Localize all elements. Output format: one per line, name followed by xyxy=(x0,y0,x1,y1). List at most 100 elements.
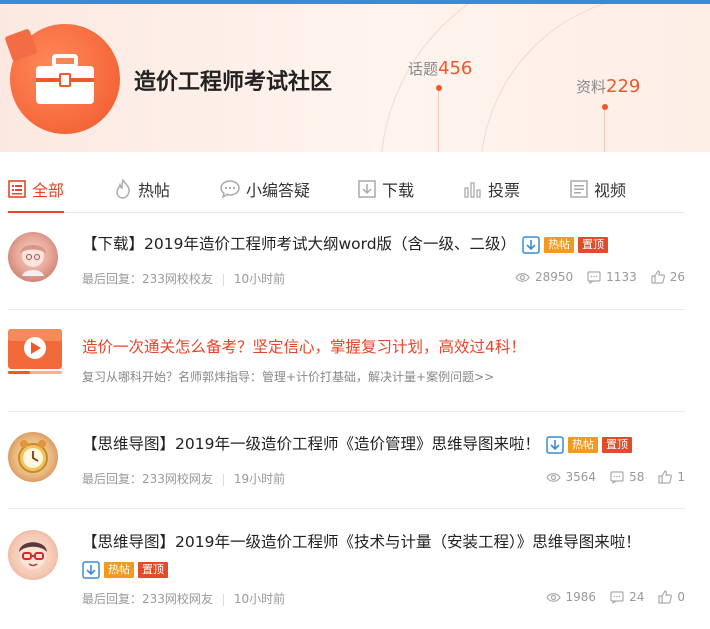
stat-line xyxy=(438,91,439,152)
divider xyxy=(222,473,224,486)
video-thumbnail[interactable] xyxy=(8,329,62,377)
avatar[interactable] xyxy=(8,432,58,482)
flame-icon xyxy=(116,179,130,199)
post-title[interactable]: 【思维导图】2019年一级造价工程师《技术与计量（安装工程）》思维导图来啦！ xyxy=(82,533,641,551)
tab-all[interactable]: 全部 xyxy=(8,166,65,213)
tab-label: 小编答疑 xyxy=(246,181,311,200)
post-time: 10小时前 xyxy=(233,272,286,286)
last-reply: 最后回复：233网校校友 xyxy=(82,272,213,286)
tab-hot[interactable]: 热帖 xyxy=(114,166,170,212)
post-time: 19小时前 xyxy=(233,472,286,486)
thumbs-up-icon xyxy=(658,470,673,484)
community-header: 造价工程师考试社区 话题456 资料229 xyxy=(0,4,710,152)
materials-count: 229 xyxy=(606,76,641,97)
tab-label: 视频 xyxy=(594,181,627,200)
post-title-row: 【思维导图】2019年一级造价工程师《造价管理》思维导图来啦！ 热帖 置顶 xyxy=(82,431,632,458)
comment-icon xyxy=(610,590,624,604)
stat-dot xyxy=(436,85,442,91)
materials-label: 资料 xyxy=(576,78,607,96)
post-title-row: 【下载】2019年造价工程师考试大纲word版（含一级、二级） 热帖 置顶 xyxy=(82,231,609,258)
thumbs-up-icon xyxy=(658,590,673,604)
views-stat: 3564 xyxy=(545,470,596,484)
stat-line xyxy=(604,110,605,152)
community-title: 造价工程师考试社区 xyxy=(134,70,333,95)
topics-stat[interactable]: 话题456 xyxy=(408,58,472,79)
tab-label: 全部 xyxy=(32,181,65,200)
post-title-row: 【思维导图】2019年一级造价工程师《技术与计量（安装工程）》思维导图来啦！ 热… xyxy=(82,529,682,583)
pinned-badge: 置顶 xyxy=(138,561,168,578)
views-stat: 1986 xyxy=(545,590,597,604)
eye-icon xyxy=(515,272,530,282)
download-icon[interactable] xyxy=(522,235,540,254)
tab-label: 热帖 xyxy=(138,181,171,200)
likes-count: 26 xyxy=(669,270,685,284)
comment-icon xyxy=(587,270,601,284)
divider xyxy=(222,273,224,286)
list-item: 【思维导图】2019年一级造价工程师《技术与计量（安装工程）》思维导图来啦！ 热… xyxy=(8,509,685,629)
views-count: 28950 xyxy=(534,270,574,284)
video-icon xyxy=(570,180,588,198)
views-count: 1986 xyxy=(565,590,597,604)
tab-editor-qa[interactable]: 小编答疑 xyxy=(220,166,310,212)
post-tags: 热帖 置顶 xyxy=(522,235,609,254)
tab-vote[interactable]: 投票 xyxy=(464,166,520,212)
divider xyxy=(222,593,224,606)
tab-download[interactable]: 下载 xyxy=(358,166,414,212)
likes-count: 1 xyxy=(677,470,685,484)
comments-stat: 58 xyxy=(610,470,644,484)
post-meta: 最后回复：233网校校友 10小时前 xyxy=(82,270,285,287)
tab-label: 投票 xyxy=(488,181,521,200)
hot-badge: 热帖 xyxy=(104,561,134,578)
post-title[interactable]: 【下载】2019年造价工程师考试大纲word版（含一级、二级） xyxy=(82,235,516,253)
tab-video[interactable]: 视频 xyxy=(570,166,626,212)
promo-title[interactable]: 造价一次通关怎么备考？坚定信心，掌握复习计划，高效过4科！ xyxy=(82,335,526,357)
tab-bar: 全部 热帖 小编答疑 下载 投票 视频 xyxy=(8,166,685,213)
pinned-badge: 置顶 xyxy=(578,236,609,253)
hot-badge: 热帖 xyxy=(544,236,575,253)
comments-count: 24 xyxy=(629,590,645,604)
avatar[interactable] xyxy=(8,232,58,282)
download-icon xyxy=(358,180,376,198)
avatar-clock xyxy=(18,440,48,473)
likes-stat[interactable]: 1 xyxy=(658,470,685,484)
play-video-icon xyxy=(8,329,62,374)
toolbox-icon xyxy=(36,54,94,104)
bar-chart-icon xyxy=(464,182,481,198)
hot-badge: 热帖 xyxy=(567,436,598,453)
post-title[interactable]: 【思维导图】2019年一级造价工程师《造价管理》思维导图来啦！ xyxy=(82,435,540,453)
promo-subtitle[interactable]: 复习从哪科开始？名师郭炜指导：管理+计价打基础，解决计量+案例问题>> xyxy=(82,368,494,385)
post-stats: 28950 1133 26 xyxy=(501,270,685,284)
post-tags: 热帖 置顶 xyxy=(546,435,632,454)
tab-label: 下载 xyxy=(382,181,415,200)
views-stat: 28950 xyxy=(515,270,573,284)
likes-stat[interactable]: 26 xyxy=(651,270,685,284)
download-icon[interactable] xyxy=(82,560,100,579)
comments-count: 58 xyxy=(629,470,645,484)
post-meta: 最后回复：233网校网友 10小时前 xyxy=(82,590,285,607)
likes-stat[interactable]: 0 xyxy=(658,590,685,604)
pinned-badge: 置顶 xyxy=(601,436,632,453)
avatar-portrait xyxy=(20,245,46,276)
post-stats: 1986 24 0 xyxy=(532,590,685,604)
avatar[interactable] xyxy=(8,530,58,580)
comments-count: 1133 xyxy=(606,270,637,284)
likes-count: 0 xyxy=(677,590,685,604)
post-meta: 最后回复：233网校网友 19小时前 xyxy=(82,470,285,487)
post-stats: 3564 58 1 xyxy=(532,470,685,484)
topics-count: 456 xyxy=(438,58,473,79)
post-tags: 热帖 置顶 xyxy=(82,560,168,579)
promo-item[interactable]: 造价一次通关怎么备考？坚定信心，掌握复习计划，高效过4科！ 复习从哪科开始？名师… xyxy=(8,310,685,412)
download-icon[interactable] xyxy=(546,435,564,454)
materials-stat[interactable]: 资料229 xyxy=(576,76,640,97)
last-reply: 最后回复：233网校网友 xyxy=(82,592,213,606)
comments-stat: 24 xyxy=(610,590,644,604)
list-icon xyxy=(8,180,26,198)
list-item: 【思维导图】2019年一级造价工程师《造价管理》思维导图来啦！ 热帖 置顶 最后… xyxy=(8,412,685,509)
stat-dot xyxy=(602,104,608,110)
last-reply: 最后回复：233网校网友 xyxy=(82,472,213,486)
thumbs-up-icon xyxy=(651,270,665,284)
comments-stat: 1133 xyxy=(587,270,637,284)
community-logo xyxy=(4,24,120,134)
post-time: 10小时前 xyxy=(233,592,286,606)
chat-icon xyxy=(220,180,240,198)
